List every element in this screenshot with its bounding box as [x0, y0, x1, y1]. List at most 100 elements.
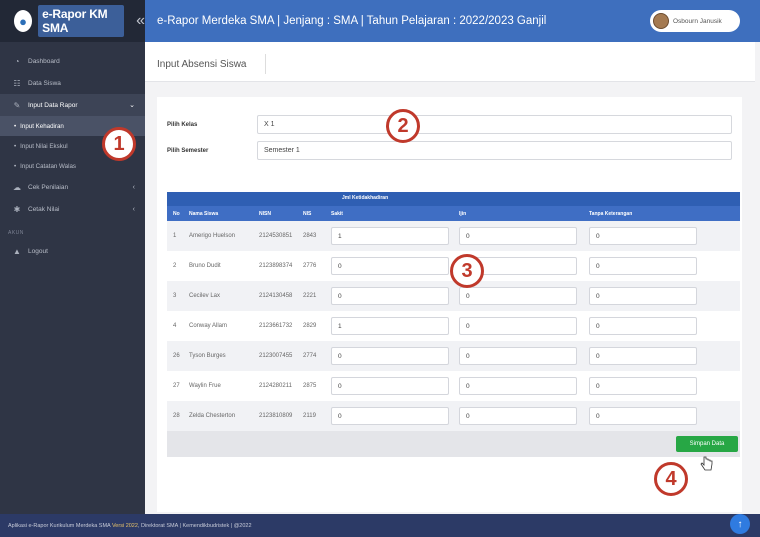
tanpa-keterangan-input-cell: 0	[583, 377, 740, 395]
izin-input[interactable]: 0	[459, 407, 577, 425]
kelas-label: Pilih Kelas	[167, 121, 198, 128]
table-body: 1 Amerigo Huelson 2124530851 2843 1 0 0 2 Bruno …	[167, 221, 740, 431]
sidebar-item-data-siswa[interactable]: ☷ Data Siswa	[0, 72, 145, 94]
sidebar-item-logout[interactable]: ▲ Logout	[0, 240, 145, 262]
izin-input[interactable]: 0	[459, 377, 577, 395]
sakit-input[interactable]: 0	[331, 407, 449, 425]
sidebar-item-label: Dashboard	[28, 57, 60, 65]
sidebar-section-akun: AKUN	[8, 230, 24, 236]
tanpa-keterangan-input[interactable]: 0	[589, 347, 697, 365]
sakit-input-cell: 0	[325, 287, 453, 305]
sakit-input-cell: 0	[325, 347, 453, 365]
sidebar: ● e-Rapor KM SMA « ◔ Dashboard ☷ Data Si…	[0, 0, 145, 537]
sidebar-item-dashboard[interactable]: ◔ Dashboard	[0, 50, 145, 72]
hand-cursor-icon	[700, 456, 713, 471]
sidebar-item-label: Cetak Nilai	[28, 205, 60, 213]
annotation-badge-4: 4	[654, 462, 688, 496]
tanpa-keterangan-input[interactable]: 0	[589, 287, 697, 305]
col-no: No	[173, 210, 180, 217]
sakit-input[interactable]: 0	[331, 287, 449, 305]
tanpa-keterangan-input[interactable]: 0	[589, 317, 697, 335]
topbar: e-Rapor Merdeka SMA | Jenjang : SMA | Ta…	[145, 0, 760, 42]
sidebar-item-cetak-nilai[interactable]: ✱ Cetak Nilai ‹	[0, 198, 145, 220]
izin-input-cell: 0	[453, 227, 583, 245]
col-nisn: NISN	[259, 210, 271, 217]
edit-icon: ✎	[13, 100, 21, 110]
izin-input[interactable]: 0	[459, 347, 577, 365]
izin-input[interactable]: 0	[459, 317, 577, 335]
tanpa-keterangan-input[interactable]: 0	[589, 227, 697, 245]
row-nisn: 2123898374	[259, 263, 293, 269]
row-nisn: 2124130458	[259, 293, 293, 299]
sidebar-item-input-data-rapor[interactable]: ✎ Input Data Rapor ⌄	[0, 94, 145, 116]
sakit-input[interactable]: 1	[331, 227, 449, 245]
row-nama: Waylin Frue	[189, 383, 221, 389]
chevron-down-icon: ⌄	[129, 102, 135, 109]
table-footer: Simpan Data	[167, 431, 740, 457]
row-nis: 2829	[303, 323, 317, 329]
semester-row: Pilih Semester Semester 1	[167, 141, 732, 160]
sakit-input-cell: 0	[325, 257, 453, 275]
arrow-up-icon[interactable]: ↑	[730, 514, 750, 534]
attendance-card: Pilih Kelas X 1 Pilih Semester Semester …	[157, 97, 742, 512]
sakit-input-cell: 0	[325, 407, 453, 425]
tanpa-keterangan-input[interactable]: 0	[589, 257, 697, 275]
row-no: 1	[173, 233, 177, 239]
attendance-table: Jml Ketidakhadiran No Nama Siswa NISN NI…	[167, 192, 740, 457]
izin-input-cell: 0	[453, 407, 583, 425]
sakit-input[interactable]: 0	[331, 347, 449, 365]
sakit-input[interactable]: 1	[331, 317, 449, 335]
table-row: 4 Conway Allam 2123661732 2829 1 0 0	[167, 311, 740, 341]
sakit-input-cell: 0	[325, 377, 453, 395]
col-izin: Ijin	[459, 210, 467, 217]
footer-text-app: Aplikasi e-Rapor Kurikulum Merdeka SMA	[8, 522, 111, 529]
bullet-icon: •	[14, 142, 17, 150]
bullet-icon: •	[14, 122, 17, 130]
sidebar-item-label: Input Data Rapor	[28, 101, 78, 109]
kelas-row: Pilih Kelas X 1	[167, 115, 732, 134]
users-icon: ☷	[13, 78, 21, 88]
user-menu[interactable]: Osbourn Janusik	[650, 10, 740, 32]
kelas-select[interactable]: X 1	[257, 115, 732, 134]
row-nis: 2119	[303, 413, 316, 419]
table-row: 26 Tyson Burges 2123007455 2774 0 0 0	[167, 341, 740, 371]
save-button[interactable]: Simpan Data	[676, 436, 738, 452]
annotation-badge-1: 1	[102, 127, 136, 161]
app-frame: ● e-Rapor KM SMA « ◔ Dashboard ☷ Data Si…	[0, 0, 760, 537]
row-nama: Conway Allam	[189, 323, 228, 329]
chevron-left-icon: ‹	[132, 205, 135, 213]
sakit-input[interactable]: 0	[331, 377, 449, 395]
row-nama: Cecilev Lax	[189, 293, 221, 299]
collapse-sidebar-icon[interactable]: «	[136, 12, 145, 30]
sakit-input[interactable]: 0	[331, 257, 449, 275]
sakit-input-cell: 1	[325, 227, 453, 245]
izin-input[interactable]: 0	[459, 287, 577, 305]
sidebar-item-label: Logout	[28, 247, 48, 255]
footer-bar: Aplikasi e-Rapor Kurikulum Merdeka SMA V…	[0, 514, 760, 537]
row-nis: 2774	[303, 353, 317, 359]
col-nis: NIS	[303, 210, 312, 217]
col-tanpa-keterangan: Tanpa Keterangan	[589, 210, 633, 217]
footer-text: Aplikasi e-Rapor Kurikulum Merdeka SMA V…	[8, 523, 252, 529]
row-nama: Zelda Chesterton	[189, 413, 236, 419]
table-group-header: Jml Ketidakhadiran	[167, 192, 740, 206]
cloud-icon: ☁	[13, 182, 21, 192]
sidebar-item-cek-penilaian[interactable]: ☁ Cek Penilaian ‹	[0, 176, 145, 198]
izin-input-cell: 0	[453, 347, 583, 365]
sakit-input-cell: 1	[325, 317, 453, 335]
row-nama: Bruno Dudit	[189, 263, 221, 269]
tanpa-keterangan-input[interactable]: 0	[589, 377, 697, 395]
izin-input[interactable]: 0	[459, 227, 577, 245]
row-nisn: 2123810809	[259, 413, 293, 419]
row-nis: 2843	[303, 233, 317, 239]
avatar	[653, 13, 669, 29]
chevron-left-icon: ‹	[132, 183, 135, 191]
brand[interactable]: ● e-Rapor KM SMA «	[0, 0, 145, 42]
annotation-badge-2: 2	[386, 109, 420, 143]
row-no: 27	[173, 383, 180, 389]
row-no: 26	[173, 353, 180, 359]
tanpa-keterangan-input-cell: 0	[583, 227, 740, 245]
col-nama: Nama Siswa	[189, 210, 219, 217]
tanpa-keterangan-input[interactable]: 0	[589, 407, 697, 425]
semester-select[interactable]: Semester 1	[257, 141, 732, 160]
